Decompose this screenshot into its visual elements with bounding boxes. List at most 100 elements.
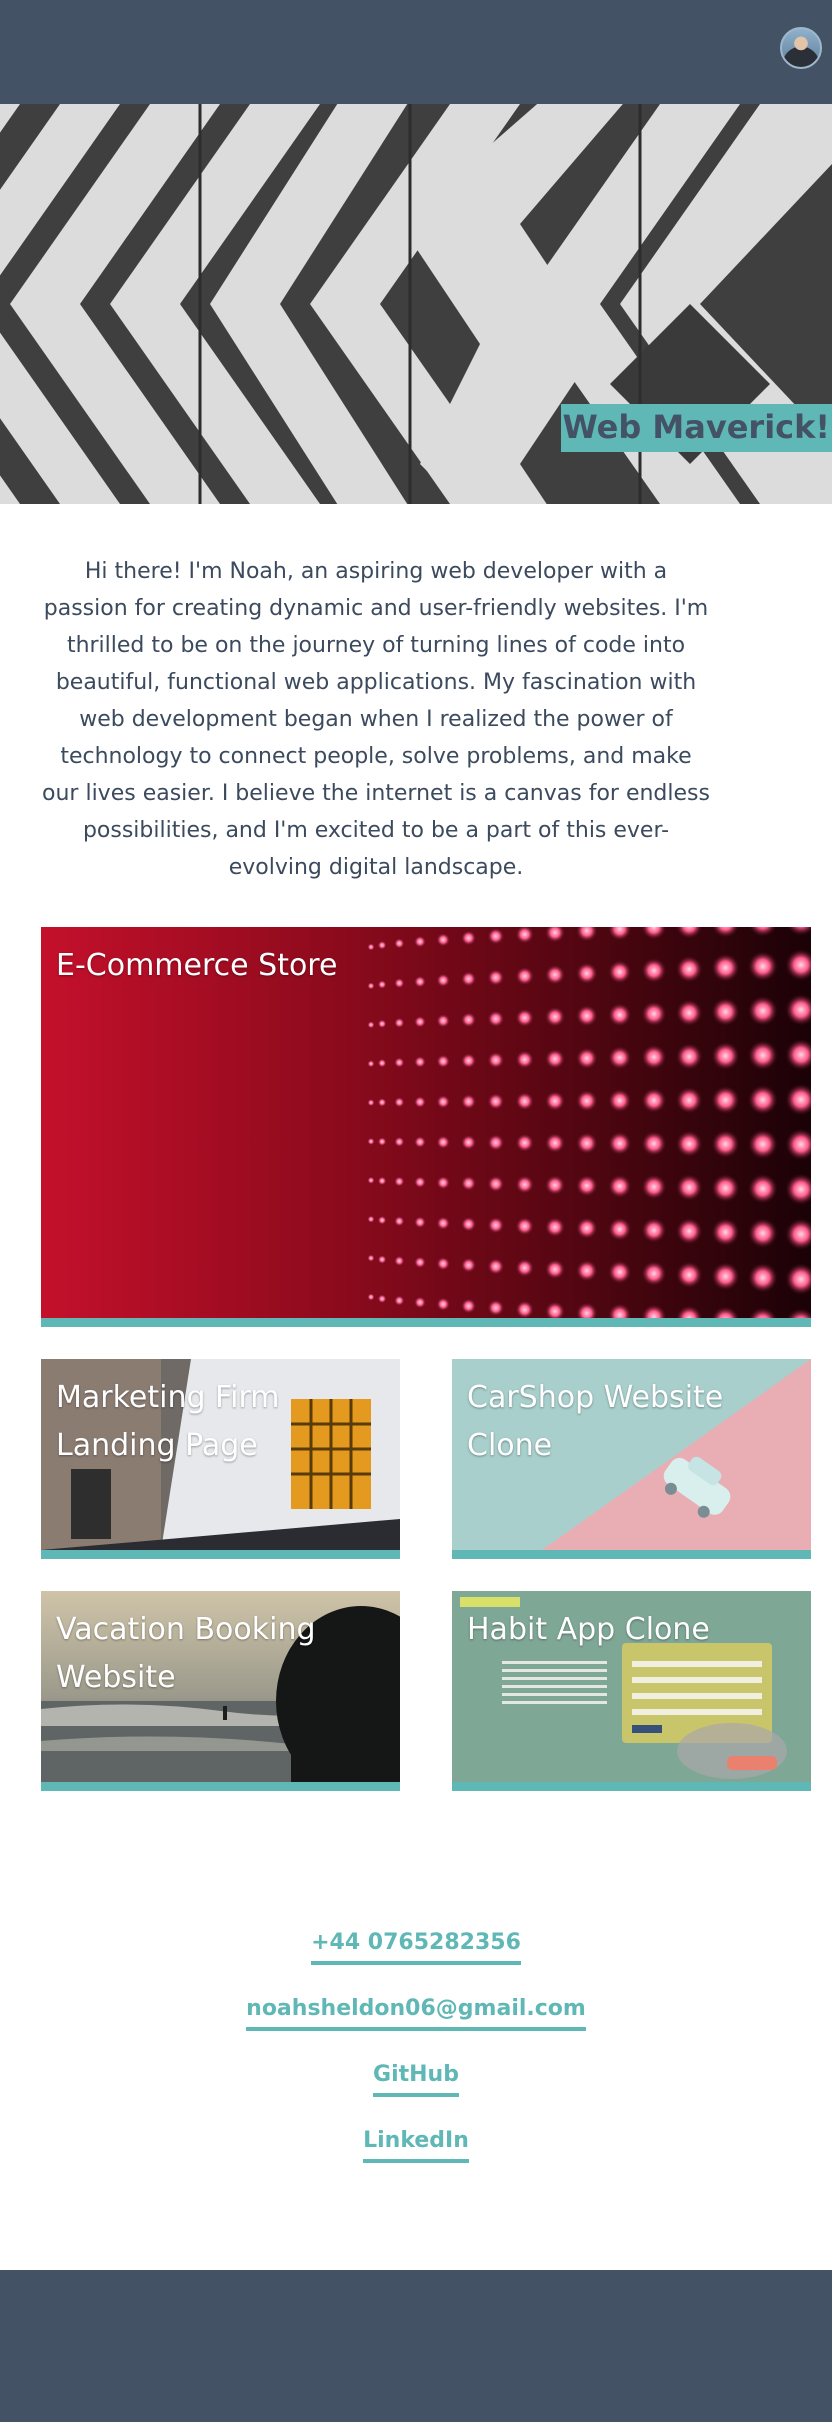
led-dot: [747, 1173, 778, 1204]
led-dot: [367, 1215, 375, 1224]
profile-avatar[interactable]: [780, 27, 822, 69]
contact-github-row: GitHub: [0, 2062, 832, 2097]
led-dot: [607, 1045, 632, 1070]
led-dot: [413, 1255, 427, 1269]
led-dot: [711, 1041, 740, 1071]
led-dot: [413, 1175, 427, 1189]
contact-phone-row: +44 0765282356: [0, 1930, 832, 1965]
led-dot: [460, 930, 477, 946]
led-dot: [515, 966, 535, 986]
led-dot: [377, 1136, 387, 1147]
led-dot: [515, 1133, 535, 1153]
project-card-carshop[interactable]: CarShop Website Clone: [452, 1359, 811, 1559]
led-dot: [641, 1174, 667, 1200]
led-dot: [675, 955, 703, 983]
led-dot: [393, 1056, 405, 1069]
led-dot: [575, 1259, 598, 1282]
led-dot: [367, 1137, 375, 1146]
led-dot: [607, 1131, 632, 1156]
led-dot: [675, 1086, 703, 1114]
project-title-vacation: Vacation Booking Website: [56, 1612, 316, 1695]
led-dot: [544, 1048, 566, 1070]
led-dot: [460, 1257, 477, 1274]
project-card-ecommerce[interactable]: E-Commerce Store: [41, 927, 811, 1327]
hero-banner: Web Maverick!: [0, 104, 832, 504]
project-card-vacation[interactable]: Vacation Booking Website: [41, 1591, 400, 1791]
led-dot: [515, 1174, 535, 1195]
led-dot: [367, 1176, 375, 1185]
led-dot: [711, 1217, 740, 1247]
led-dot: [393, 1295, 405, 1307]
led-dot: [641, 957, 667, 984]
led-dot: [544, 1090, 566, 1112]
led-dot: [367, 1254, 375, 1263]
led-dot: [393, 937, 405, 949]
project-card-marketing[interactable]: Marketing Firm Landing Page: [41, 1359, 400, 1559]
led-dot: [377, 1176, 387, 1186]
led-dot: [487, 1133, 505, 1152]
led-dot: [367, 1098, 375, 1107]
top-navigation-bar: [0, 0, 832, 104]
led-dot: [607, 1217, 632, 1242]
led-dot: [393, 1215, 405, 1227]
led-dot: [413, 1135, 427, 1149]
led-dot: [367, 981, 375, 990]
led-dot: [487, 1051, 505, 1069]
led-dot: [367, 1293, 375, 1301]
led-dot: [711, 1261, 740, 1291]
led-dot: [460, 1175, 477, 1192]
led-dot: [487, 1010, 505, 1028]
project-title-carshop: CarShop Website Clone: [467, 1380, 724, 1463]
led-dot: [393, 1017, 405, 1029]
led-dot: [675, 1042, 703, 1071]
led-dot: [413, 975, 427, 989]
led-dot: [641, 1130, 667, 1157]
led-dot: [487, 1257, 505, 1276]
project-card-habit[interactable]: Habit App Clone: [452, 1591, 811, 1791]
led-dot: [436, 1216, 451, 1231]
led-dot: [413, 1015, 427, 1029]
led-dot: [641, 1001, 667, 1027]
led-dot: [544, 964, 566, 986]
led-dot: [575, 1089, 598, 1112]
phone-link[interactable]: +44 0765282356: [311, 1930, 521, 1965]
linkedin-link[interactable]: LinkedIn: [363, 2128, 469, 2163]
led-dot: [515, 1008, 535, 1028]
led-dot: [544, 1216, 566, 1238]
led-dot: [515, 1258, 535, 1278]
led-dot: [436, 1013, 451, 1028]
led-dot: [515, 1091, 535, 1111]
led-dot: [460, 1011, 477, 1028]
led-dot: [641, 1217, 667, 1243]
led-dot: [607, 1002, 632, 1027]
led-dot: [675, 1261, 703, 1289]
led-dot: [460, 1093, 477, 1110]
led-dot: [487, 1092, 505, 1111]
led-dot: [367, 943, 375, 951]
led-dot: [747, 1129, 778, 1160]
led-dot: [641, 1044, 667, 1070]
led-dot: [487, 1216, 505, 1234]
led-dot: [436, 1054, 451, 1069]
led-dot: [544, 1006, 566, 1028]
led-dot: [747, 1262, 778, 1293]
led-dot: [487, 927, 505, 945]
led-dot: [393, 1096, 405, 1108]
led-dot: [515, 1216, 535, 1236]
github-link[interactable]: GitHub: [373, 2062, 459, 2097]
led-dot: [377, 940, 387, 950]
led-dot: [544, 1258, 566, 1280]
led-dot: [436, 1175, 451, 1190]
led-dot: [515, 1049, 535, 1070]
led-dot: [367, 1020, 375, 1029]
led-dot: [711, 1173, 740, 1203]
led-dot: [460, 1298, 477, 1314]
email-link[interactable]: noahsheldon06@gmail.com: [246, 1996, 586, 2031]
led-dot: [747, 951, 778, 982]
page-footer: [0, 2270, 832, 2422]
led-dot: [711, 953, 740, 983]
led-dot: [436, 1094, 451, 1109]
hero-title: Web Maverick!: [560, 404, 832, 452]
led-dot: [413, 1095, 427, 1109]
led-dot: [641, 1260, 667, 1287]
